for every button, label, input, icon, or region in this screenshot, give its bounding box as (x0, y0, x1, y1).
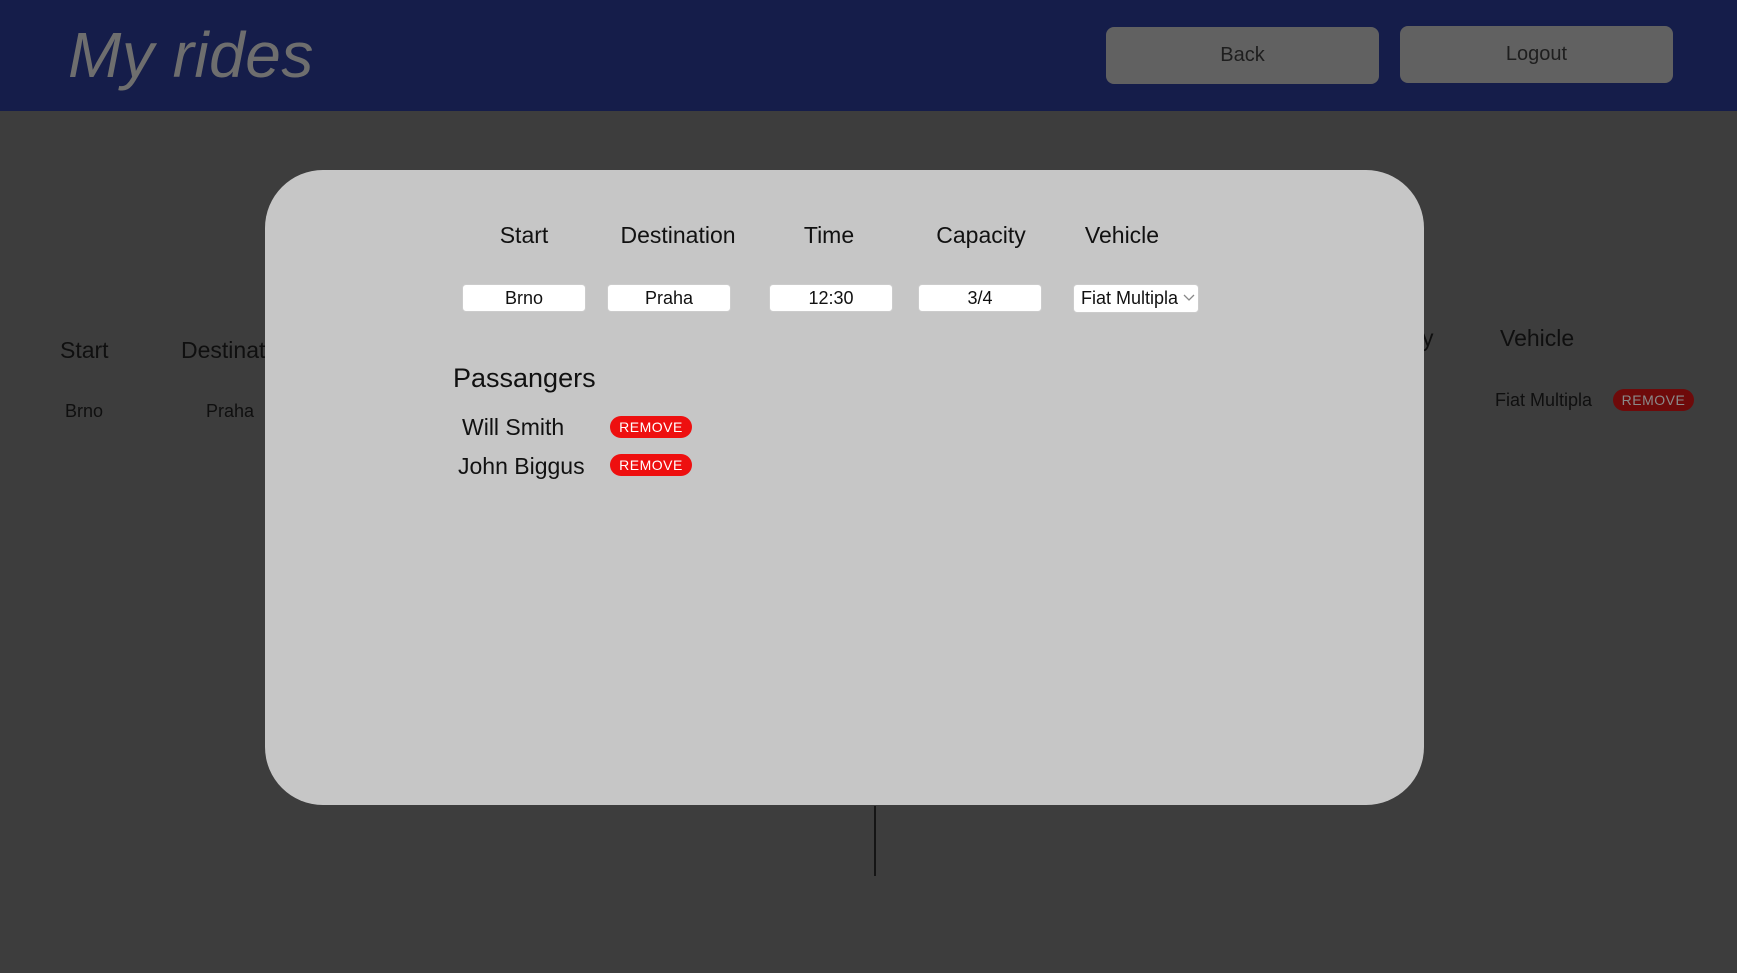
destination-input[interactable] (607, 284, 731, 312)
chevron-down-icon (1183, 294, 1195, 301)
table-header-destination: Destinat (181, 337, 266, 363)
table-cell-destination: Praha (206, 401, 255, 421)
table-header-vehicle: Vehicle (1500, 325, 1575, 351)
table-cell-start: Brno (65, 401, 104, 421)
back-button[interactable]: Back (1106, 27, 1379, 84)
start-input[interactable] (462, 284, 586, 312)
passengers-title: Passangers (453, 363, 596, 393)
remove-passenger-button[interactable]: REMOVE (610, 454, 692, 476)
remove-passenger-button[interactable]: REMOVE (610, 416, 692, 438)
ride-detail-modal: Start Destination Time Capacity Vehicle … (265, 170, 1424, 805)
passenger-name: Will Smith (462, 414, 565, 440)
passenger-name: John Biggus (458, 453, 585, 479)
table-header-start: Start (60, 337, 109, 363)
column-header-capacity: Capacity (936, 222, 1026, 248)
time-input[interactable] (769, 284, 893, 312)
column-header-destination: Destination (620, 222, 736, 248)
vehicle-select-value: Fiat Multipla (1081, 288, 1179, 308)
column-header-vehicle: Vehicle (1084, 222, 1160, 248)
divider (874, 806, 876, 876)
column-header-time: Time (803, 222, 855, 248)
column-header-start: Start (499, 222, 549, 248)
app-header: My rides Back Logout (0, 0, 1737, 111)
page-title: My rides (68, 19, 314, 91)
table-cell-vehicle: Fiat Multipla (1495, 390, 1593, 410)
capacity-input[interactable] (918, 284, 1042, 312)
row-remove-button[interactable]: REMOVE (1613, 389, 1694, 411)
vehicle-select[interactable]: Fiat Multipla (1073, 284, 1199, 313)
logout-button[interactable]: Logout (1400, 26, 1673, 83)
